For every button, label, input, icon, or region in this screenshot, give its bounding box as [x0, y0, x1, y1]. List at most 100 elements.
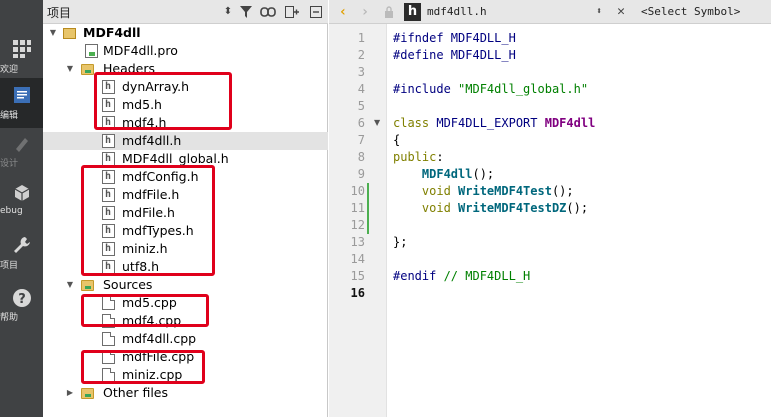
code-line[interactable]: MDF4dll();: [393, 166, 494, 183]
code-token: class: [393, 116, 437, 130]
code-token: // MDF4DLL_H: [443, 269, 531, 283]
line-number-gutter: 1 2 3 4 5 6 7 8 9 10 11 12 13 14 15 16 ▼: [329, 24, 387, 417]
code-token: #ifndef MDF4DLL_H: [393, 31, 516, 45]
code-line[interactable]: #ifndef MDF4DLL_H: [393, 30, 516, 47]
tree-item-project[interactable]: ▼ MDF4dll: [43, 24, 328, 42]
pro-file-icon: [85, 44, 98, 58]
code-token: WriteMDF4TestDZ: [458, 201, 567, 215]
mode-label: 欢迎: [0, 65, 19, 75]
project-pane: 项目 ⬍ ▼ MDF4dll MDF4dll.pro ▼ Headers h d…: [43, 0, 328, 417]
mode-help[interactable]: ? 帮助: [0, 280, 43, 330]
annotation-box: [81, 165, 215, 276]
line-number: 7: [357, 133, 365, 147]
code-token: "MDF4dll_global.h": [458, 82, 589, 96]
code-token: };: [393, 235, 408, 249]
tree-item-folder[interactable]: ▶ Other files: [43, 384, 328, 402]
line-number: 12: [350, 218, 365, 232]
annotation-box: [81, 350, 205, 384]
expand-arrow-icon[interactable]: ▼: [48, 24, 58, 42]
code-line[interactable]: void WriteMDF4Test();: [393, 183, 574, 200]
header-file-icon: h: [404, 3, 421, 21]
code-token: ();: [472, 167, 495, 181]
line-number: 8: [357, 150, 365, 164]
tree-item-label: Sources: [103, 277, 153, 292]
annotation-box: [94, 72, 232, 130]
code-token: #include: [393, 82, 459, 96]
forward-icon[interactable]: ›: [357, 3, 373, 21]
line-number: 16: [350, 286, 365, 300]
dropdown-icon[interactable]: ⬍: [591, 3, 607, 21]
project-toolbar: 项目 ⬍: [43, 0, 328, 24]
svg-text:?: ?: [18, 292, 26, 307]
pane-title: 项目: [47, 6, 72, 20]
mode-edit[interactable]: 编辑: [0, 78, 43, 128]
change-marker: [367, 183, 369, 234]
fold-marker-icon[interactable]: ▼: [374, 118, 380, 127]
split-icon[interactable]: [283, 3, 301, 21]
tree-item-folder[interactable]: ▼ Sources: [43, 276, 328, 294]
header-file-icon: [102, 132, 115, 150]
line-number: 13: [350, 235, 365, 249]
close-document-icon[interactable]: ✕: [613, 3, 629, 21]
mode-design[interactable]: 设计: [0, 126, 43, 176]
document-name[interactable]: mdf4dll.h: [427, 5, 487, 18]
tree-item-label: mdf4dll.h: [122, 133, 182, 148]
mode-selector-bar: 欢迎 编辑 设计 ebug 项目 ? 帮助: [0, 0, 43, 417]
line-number: 3: [357, 65, 365, 79]
mode-debug[interactable]: ebug: [0, 176, 43, 226]
tree-item-file[interactable]: MDF4dll.pro: [43, 42, 328, 60]
code-token: MDF4dll: [421, 167, 473, 181]
edit-icon: [0, 86, 43, 107]
line-number: 10: [350, 184, 365, 198]
symbol-selector[interactable]: <Select Symbol>: [641, 5, 740, 18]
back-icon[interactable]: ‹: [335, 3, 351, 21]
folder-icon: [81, 388, 94, 399]
code-token: :: [436, 150, 444, 164]
source-file-icon: [102, 332, 115, 346]
code-token: ();: [551, 184, 574, 198]
line-number: 15: [350, 269, 365, 283]
code-line[interactable]: class MDF4DLL_EXPORT MDF4dll: [393, 115, 595, 132]
code-line[interactable]: public:: [393, 149, 444, 166]
mode-projects[interactable]: 项目: [0, 228, 43, 278]
tree-item-label: Other files: [103, 385, 169, 400]
tree-item-file[interactable]: mdf4dll.cpp: [43, 330, 328, 348]
debug-icon: [0, 184, 43, 205]
close-pane-icon[interactable]: [307, 3, 325, 21]
tree-item-label: MDF4dll.pro: [103, 43, 178, 58]
collapse-arrow-icon[interactable]: ▶: [65, 384, 75, 402]
expand-arrow-icon[interactable]: ▼: [65, 60, 75, 78]
code-token: {: [393, 133, 401, 147]
annotation-box: [81, 294, 209, 327]
expand-arrow-icon[interactable]: ▼: [65, 276, 75, 294]
code-line[interactable]: };: [393, 234, 407, 251]
code-token: ();: [566, 201, 589, 215]
line-number: 5: [357, 99, 365, 113]
link-icon[interactable]: [259, 3, 277, 21]
wrench-icon: [0, 236, 43, 257]
updown-icon[interactable]: ⬍: [219, 3, 237, 21]
help-icon: ?: [0, 288, 43, 311]
filter-icon[interactable]: [237, 3, 255, 21]
tree-item-file-selected[interactable]: mdf4dll.h: [43, 132, 328, 150]
line-number: 1: [357, 31, 365, 45]
code-line[interactable]: #define MDF4DLL_H: [393, 47, 516, 64]
code-line[interactable]: {: [393, 132, 400, 149]
tree-item-label: mdf4dll.cpp: [122, 331, 197, 346]
code-line[interactable]: #include "MDF4dll_global.h": [393, 81, 588, 98]
line-number: 14: [350, 252, 365, 266]
editor-toolbar: ‹ › h mdf4dll.h ⬍ ✕ <Select Symbol>: [329, 0, 771, 24]
project-icon: [63, 28, 76, 39]
code-area[interactable]: #ifndef MDF4DLL_H #define MDF4DLL_H #inclu…: [393, 24, 771, 417]
code-line[interactable]: #endif // MDF4DLL_H: [393, 268, 530, 285]
folder-icon: [81, 280, 94, 291]
mode-welcome[interactable]: 欢迎: [0, 32, 43, 82]
code-token: #endif: [393, 269, 444, 283]
code-line[interactable]: void WriteMDF4TestDZ();: [393, 200, 588, 217]
design-icon: [0, 134, 43, 155]
tree-item-label: MDF4dll: [83, 25, 141, 40]
project-tree: ▼ MDF4dll MDF4dll.pro ▼ Headers dynArray…: [43, 24, 328, 417]
